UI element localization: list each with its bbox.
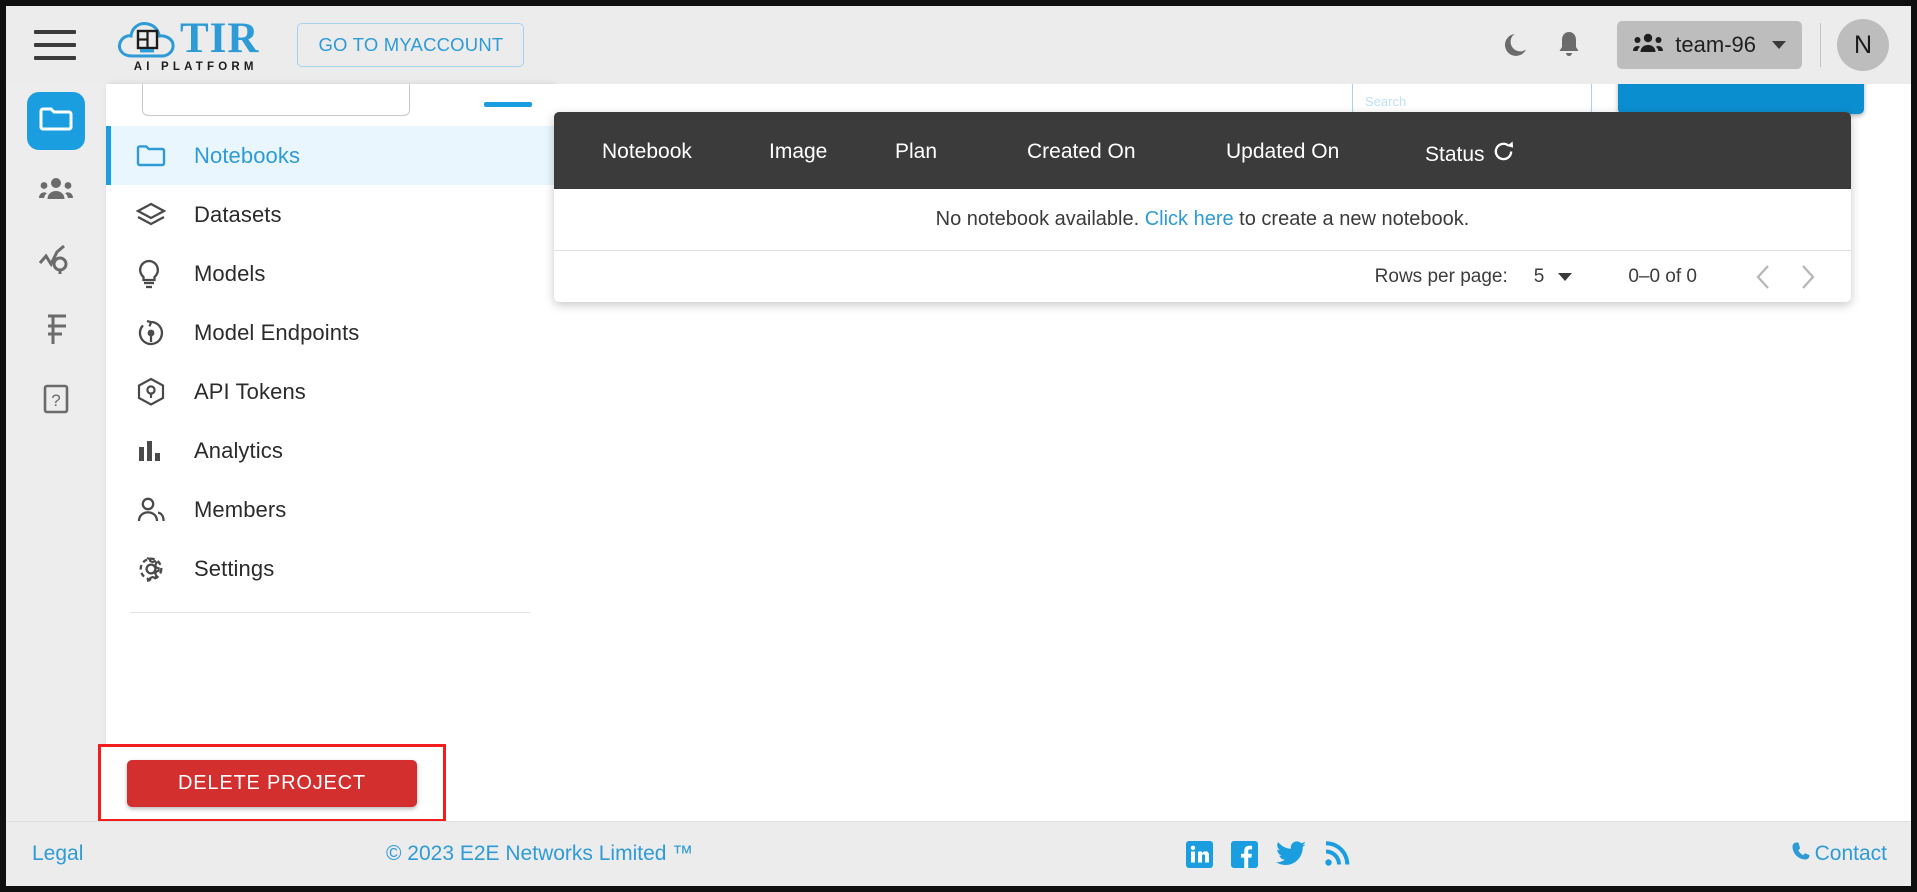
rail-item-projects[interactable] bbox=[27, 92, 85, 150]
folder-icon bbox=[39, 105, 73, 138]
rows-per-page-label: Rows per page: bbox=[1374, 266, 1508, 287]
brand-tagline: AI PLATFORM bbox=[133, 61, 258, 73]
team-label: team-96 bbox=[1675, 32, 1756, 57]
cloud-icon bbox=[116, 18, 178, 60]
notebooks-table-card: Notebook Image Plan Created On Updated O… bbox=[554, 112, 1851, 302]
avatar[interactable]: N bbox=[1837, 19, 1889, 71]
delete-project-button[interactable]: DELETE PROJECT bbox=[127, 759, 417, 807]
column-header-updated-on: Updated On bbox=[1226, 140, 1340, 163]
column-header-plan: Plan bbox=[895, 140, 938, 163]
sidebar-item-api-tokens[interactable]: API Tokens bbox=[106, 362, 554, 421]
empty-message-before: No notebook available. bbox=[935, 208, 1145, 230]
cube-icon bbox=[136, 377, 180, 407]
sidebar-item-analytics[interactable]: Analytics bbox=[106, 421, 554, 480]
contact-link[interactable]: Contact bbox=[1791, 841, 1887, 867]
rss-icon[interactable] bbox=[1324, 841, 1350, 867]
refresh-icon[interactable] bbox=[1492, 140, 1515, 169]
column-header-image: Image bbox=[769, 140, 828, 163]
table-empty-row: No notebook available. Click here to cre… bbox=[554, 189, 1851, 251]
header-divider bbox=[1820, 23, 1821, 67]
rail-item-billing[interactable] bbox=[27, 302, 85, 360]
sidebar-item-label: Members bbox=[194, 496, 287, 522]
main-content: Search Notebook Image Plan Created On Up… bbox=[554, 84, 1911, 821]
column-header-notebook: Notebook bbox=[602, 140, 692, 163]
page-footer: Legal © 2023 E2E Networks Limited ™ Cont… bbox=[6, 821, 1911, 886]
people-group-icon bbox=[39, 176, 73, 207]
twitter-icon[interactable] bbox=[1276, 841, 1306, 867]
empty-message-after: to create a new notebook. bbox=[1233, 208, 1470, 230]
moon-icon[interactable] bbox=[1491, 19, 1543, 71]
chart-search-icon bbox=[38, 243, 74, 280]
layers-icon bbox=[136, 201, 180, 229]
sidebar-divider bbox=[130, 612, 530, 613]
sidebar-item-label: API Tokens bbox=[194, 378, 306, 404]
application-window: TIR AI PLATFORM GO TO MYACCOUNT team-96 … bbox=[0, 0, 1917, 892]
rows-per-page-value: 5 bbox=[1533, 266, 1545, 287]
sidebar-item-label: Analytics bbox=[194, 437, 283, 463]
facebook-icon[interactable] bbox=[1231, 840, 1258, 868]
gear-icon bbox=[136, 554, 180, 584]
bar-chart-icon bbox=[136, 438, 180, 464]
sidebar-top-controls bbox=[106, 84, 554, 126]
brand-name: TIR bbox=[180, 15, 260, 62]
chevron-left-icon[interactable] bbox=[1741, 255, 1785, 299]
social-links bbox=[1186, 840, 1350, 868]
sidebar-item-datasets[interactable]: Datasets bbox=[106, 185, 554, 244]
rows-per-page-select[interactable]: 5 bbox=[1534, 266, 1573, 288]
icon-rail: ? bbox=[6, 84, 106, 821]
sidebar-item-label: Models bbox=[194, 260, 266, 286]
create-notebook-link[interactable]: Click here bbox=[1145, 208, 1234, 230]
chevron-down-icon bbox=[1772, 41, 1786, 49]
sidebar-tab-indicator[interactable] bbox=[484, 102, 532, 107]
sidebar-item-label: Datasets bbox=[194, 201, 282, 227]
bell-icon[interactable] bbox=[1543, 19, 1595, 71]
person-icon bbox=[136, 496, 180, 524]
question-box-icon: ? bbox=[41, 383, 71, 420]
sidebar-item-label: Settings bbox=[194, 555, 275, 581]
rail-item-monitoring[interactable] bbox=[27, 232, 85, 290]
project-sidebar: Notebooks Datasets Models Model Endpoint… bbox=[106, 84, 554, 821]
column-header-status: Status bbox=[1425, 140, 1515, 169]
copyright-text: © 2023 E2E Networks Limited ™ bbox=[386, 842, 694, 865]
chevron-right-icon[interactable] bbox=[1785, 255, 1829, 299]
svg-text:?: ? bbox=[51, 391, 60, 410]
contact-label: Contact bbox=[1814, 842, 1887, 865]
lightbulb-icon bbox=[136, 259, 180, 289]
brand-logo: TIR AI PLATFORM bbox=[116, 17, 259, 73]
table-header-row: Notebook Image Plan Created On Updated O… bbox=[554, 112, 1851, 189]
endpoint-icon bbox=[136, 318, 180, 348]
create-notebook-button[interactable] bbox=[1618, 84, 1864, 114]
column-header-status-label: Status bbox=[1425, 142, 1485, 166]
project-select[interactable] bbox=[142, 84, 410, 116]
sidebar-item-label: Notebooks bbox=[194, 142, 301, 168]
rail-item-help[interactable]: ? bbox=[27, 372, 85, 430]
empty-state-message: No notebook available. Click here to cre… bbox=[936, 208, 1470, 231]
legal-link[interactable]: Legal bbox=[32, 842, 83, 866]
sidebar-item-notebooks[interactable]: Notebooks bbox=[106, 126, 554, 185]
top-header: TIR AI PLATFORM GO TO MYACCOUNT team-96 … bbox=[6, 6, 1911, 84]
sidebar-item-members[interactable]: Members bbox=[106, 480, 554, 539]
header-actions: team-96 N bbox=[1491, 19, 1911, 71]
linkedin-icon[interactable] bbox=[1186, 840, 1213, 868]
hamburger-icon[interactable] bbox=[34, 30, 76, 60]
chevron-down-icon bbox=[1558, 273, 1573, 281]
column-header-created-on: Created On bbox=[1027, 140, 1136, 163]
table-pagination: Rows per page: 5 0–0 of 0 bbox=[554, 252, 1851, 302]
delete-project-annotation: DELETE PROJECT bbox=[98, 744, 446, 822]
rail-item-teams[interactable] bbox=[27, 162, 85, 220]
search-placeholder: Search bbox=[1365, 94, 1407, 109]
goto-myaccount-button[interactable]: GO TO MYACCOUNT bbox=[297, 23, 525, 67]
sidebar-item-model-endpoints[interactable]: Model Endpoints bbox=[106, 303, 554, 362]
phone-icon bbox=[1791, 841, 1811, 867]
people-group-icon bbox=[1633, 32, 1664, 59]
sidebar-item-settings[interactable]: Settings bbox=[106, 539, 554, 598]
sidebar-item-label: Model Endpoints bbox=[194, 319, 360, 345]
sidebar-item-models[interactable]: Models bbox=[106, 244, 554, 303]
folder-icon bbox=[136, 143, 180, 168]
pagination-range: 0–0 of 0 bbox=[1628, 266, 1697, 287]
rupee-icon bbox=[42, 312, 70, 351]
team-selector[interactable]: team-96 bbox=[1617, 21, 1802, 69]
project-menu: Notebooks Datasets Models Model Endpoint… bbox=[106, 126, 554, 613]
